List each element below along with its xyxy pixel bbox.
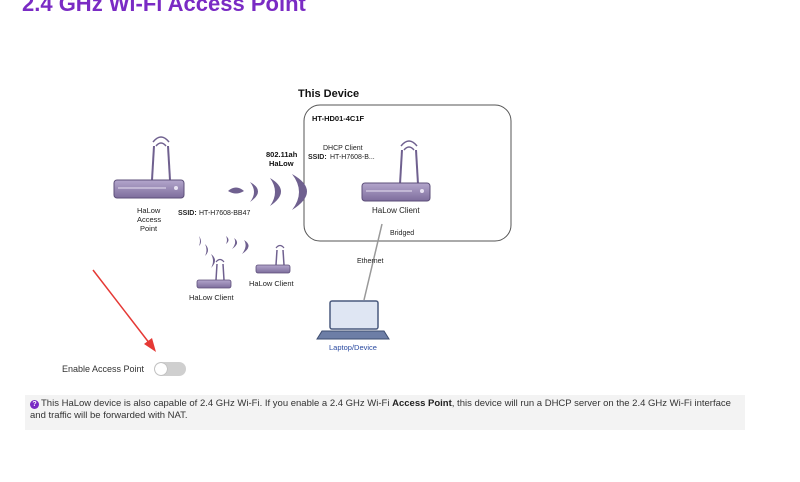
ap-ssid-value: HT-H7608-BB47 bbox=[199, 210, 250, 217]
ethernet-label: Ethernet bbox=[357, 258, 384, 265]
info-text-start: This HaLow device is also capable of 2.4… bbox=[41, 398, 393, 409]
info-box: ? This HaLow device is also capable of 2.… bbox=[25, 395, 745, 430]
halow-client-1-label: HaLow Client bbox=[189, 293, 235, 302]
device-name: HT-HD01-4C1F bbox=[312, 114, 365, 123]
device-ssid-value: HT-H7608-B... bbox=[330, 154, 375, 161]
link-label-line1: 802.11ah bbox=[266, 150, 298, 159]
enable-access-point-row: Enable Access Point bbox=[62, 361, 186, 377]
help-icon: ? bbox=[30, 400, 39, 409]
bridged-label: Bridged bbox=[390, 230, 414, 237]
this-device-box bbox=[303, 104, 512, 242]
ap-ssid-key: SSID: bbox=[178, 210, 197, 217]
link-label-line2: HaLow bbox=[269, 159, 294, 168]
enable-access-point-label: Enable Access Point bbox=[62, 364, 145, 374]
device-ssid-key: SSID: bbox=[308, 154, 327, 161]
device-client-label: HaLow Client bbox=[372, 206, 420, 215]
device-router-icon bbox=[361, 140, 431, 202]
halow-client-2-label: HaLow Client bbox=[249, 279, 295, 288]
halow-signal-waves bbox=[228, 174, 307, 210]
access-point-router-icon bbox=[113, 136, 185, 199]
laptop-icon bbox=[316, 300, 390, 340]
halow-client-2-router-icon bbox=[255, 244, 291, 274]
toggle-knob bbox=[155, 363, 167, 375]
client-signal-waves bbox=[199, 236, 249, 268]
laptop-label: Laptop/Device bbox=[329, 343, 377, 352]
enable-access-point-toggle[interactable] bbox=[154, 362, 186, 376]
red-arrow-icon bbox=[92, 269, 156, 352]
info-text-bold: Access Point bbox=[392, 398, 452, 409]
this-device-title: This Device bbox=[298, 88, 359, 100]
dhcp-client-label: DHCP Client bbox=[323, 145, 363, 152]
ap-label-line2: Access bbox=[137, 215, 161, 224]
network-diagram: This Device HT-HD01-4C1F DHCP Client SSI… bbox=[92, 88, 512, 352]
ap-label-line1: HaLow bbox=[137, 206, 161, 215]
ap-label-line3: Point bbox=[140, 224, 158, 233]
